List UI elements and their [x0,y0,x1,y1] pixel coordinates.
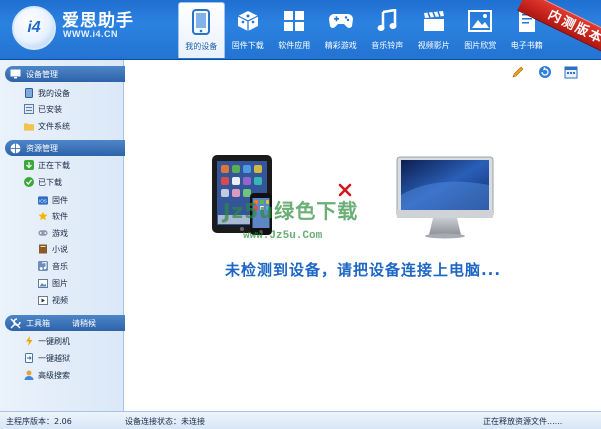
sidebar-item-label: 一键刷机 [38,336,70,346]
version-text: 主程序版本：2.06 [6,417,72,426]
phone-device-icon [187,8,215,36]
video-icon [38,295,48,305]
tools-section-title: 工具箱 [26,318,50,328]
clapperboard-icon [420,7,448,35]
nav-firmware[interactable]: 固件下载 [225,2,272,58]
gamepad-icon [327,7,355,35]
resource-section-title: 资源管理 [26,143,58,153]
sidebar-item-my-device[interactable]: 我的设备 [24,86,70,100]
main-nav: 我的设备 固件下载 软件应用 精彩游戏 音乐铃声 视频影片 图片欣赏 电子书籍 [178,2,550,58]
nav-videos[interactable]: 视频影片 [411,2,458,58]
game-icon [38,228,48,238]
status-bar: 主程序版本：2.06 设备连接状态：未连接 正在释放资源文件...... [0,411,601,429]
sidebar-item-label: 音乐 [52,261,68,271]
sidebar-item-label: 已下载 [38,177,62,187]
sidebar-item-label: 一键越狱 [38,353,70,363]
sidebar-subitem-firmware[interactable]: iOS 固件 [38,193,68,207]
activity-status: 正在释放资源文件...... [483,417,563,426]
svg-text:iOS: iOS [39,198,47,203]
beta-ribbon: 内测版本 [510,0,601,56]
sidebar-subitem-games[interactable]: 游戏 [38,226,68,240]
beta-label: 内测版本 [517,0,601,56]
nav-label: 固件下载 [231,41,264,50]
app-url: WWW.i4.CN [63,29,118,39]
watermark-text: Jz5u绿色下载 [223,199,359,223]
jailbreak-icon [24,353,34,363]
tools-section-header[interactable]: 工具箱 请稍候 [5,315,138,331]
refresh-icon[interactable] [537,64,553,80]
app-title: 爱思助手 [62,11,134,31]
device-section-header[interactable]: 设备管理 [5,66,138,82]
book-icon [38,244,48,254]
sidebar-item-label: 小说 [52,244,68,254]
nav-apps[interactable]: 软件应用 [271,2,318,58]
monitor-icon [9,68,21,80]
nav-games[interactable]: 精彩游戏 [318,2,365,58]
sidebar-item-file-system[interactable]: 文件系统 [24,119,70,133]
no-device-message: 未检测到设备，请把设备连接上电脑... [224,261,502,279]
user-search-icon [24,370,34,380]
app-logo: i4 [12,6,56,50]
sidebar-item-label: 游戏 [52,228,68,238]
sidebar-item-one-click-flash[interactable]: 一键刷机 [24,334,70,348]
sidebar-subitem-novels[interactable]: 小说 [38,242,68,256]
sidebar-subitem-software[interactable]: 软件 [38,209,68,223]
picture-icon [466,7,494,35]
download-icon [24,160,34,170]
sidebar: 设备管理 我的设备 已安装 文件系统 资源管理 正在下载 已下载 iOS 固件 … [0,60,138,411]
tools-section-status: 请稍候 [72,318,96,328]
connection-status: 设备连接状态：未连接 [125,417,205,426]
installed-icon [24,104,34,114]
sidebar-subitem-videos[interactable]: 视频 [38,293,68,307]
sidebar-item-installed[interactable]: 已安装 [24,102,62,116]
nav-label: 精彩游戏 [324,41,357,50]
sidebar-item-downloading[interactable]: 正在下载 [24,158,70,172]
flash-icon [24,336,34,346]
music-icon [38,261,48,271]
sidebar-item-label: 软件 [52,211,68,221]
calendar-icon[interactable] [563,64,579,80]
sidebar-item-label: 我的设备 [38,88,70,98]
image-icon [38,278,48,288]
sidebar-item-label: 高级搜索 [38,370,70,380]
device-section-title: 设备管理 [26,69,58,79]
resource-section-header[interactable]: 资源管理 [5,140,138,156]
check-icon [24,177,34,187]
ios-firmware-icon: iOS [38,195,48,205]
watermark-url: www.Jz5u.Com [243,230,323,242]
nav-label: 音乐铃声 [371,41,404,50]
nav-music[interactable]: 音乐铃声 [364,2,411,58]
sidebar-item-downloaded[interactable]: 已下载 [24,175,62,189]
nav-label: 视频影片 [417,41,450,50]
nav-pictures[interactable]: 图片欣赏 [457,2,504,58]
sidebar-item-label: 文件系统 [38,121,70,131]
sidebar-item-label: 正在下载 [38,160,70,170]
nav-label: 图片欣赏 [464,41,497,50]
nav-label: 我的设备 [185,42,218,51]
nav-my-device[interactable]: 我的设备 [178,2,225,58]
title-bar: i4 爱思助手 WWW.i4.CN 我的设备 固件下载 软件应用 精彩游戏 音乐… [0,0,601,60]
folder-icon [24,121,34,131]
app-grid-icon [280,7,308,35]
sidebar-item-label: 视频 [52,295,68,305]
nav-label: 软件应用 [278,41,311,50]
star-icon [38,211,48,221]
music-note-icon [373,7,401,35]
globe-icon [9,142,21,154]
sidebar-item-label: 图片 [52,278,68,288]
sidebar-item-one-click-jailbreak[interactable]: 一键越狱 [24,351,70,365]
device-icon [24,88,34,98]
imac-illustration [396,156,494,239]
tools-icon [9,317,21,329]
sidebar-item-label: 已安装 [38,104,62,114]
sidebar-subitem-music[interactable]: 音乐 [38,259,68,273]
sidebar-subitem-pictures[interactable]: 图片 [38,276,68,290]
sidebar-item-label: 固件 [52,195,68,205]
sidebar-item-advanced-search[interactable]: 高级搜索 [24,368,70,382]
main-panel: Jz5u绿色下载 www.Jz5u.Com 未检测到设备，请把设备连接上电脑..… [125,60,601,411]
dice-box-icon [234,7,262,35]
logo-text: i4 [27,19,41,36]
edit-icon[interactable] [510,64,526,80]
